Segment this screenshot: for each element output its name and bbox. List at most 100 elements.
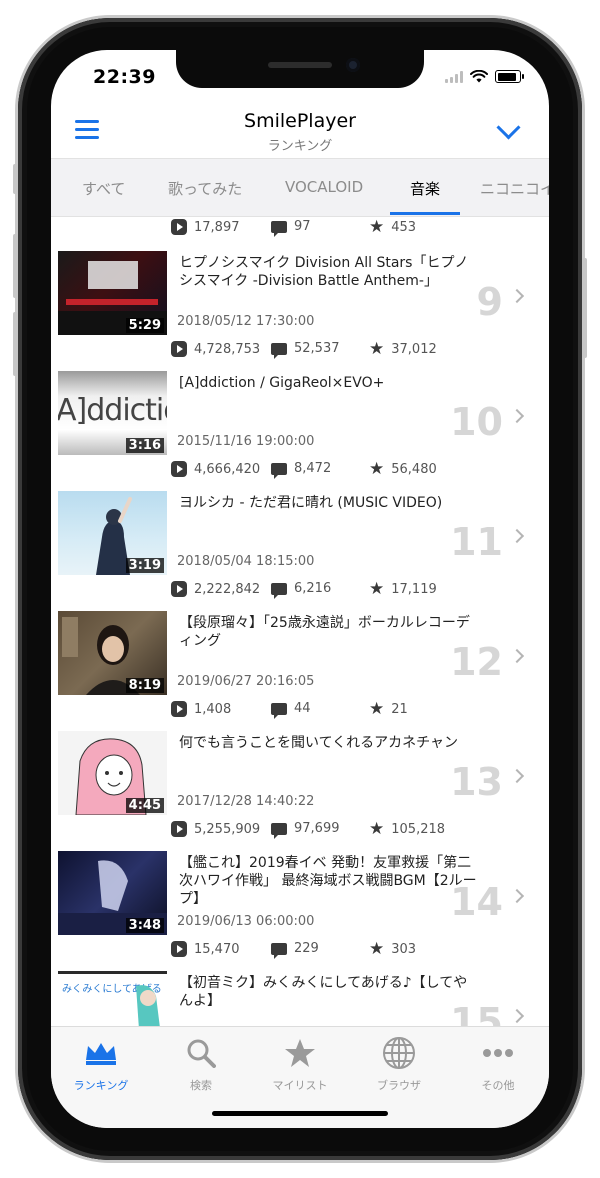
rank-number: 13 (450, 760, 503, 804)
thumbnail-text: A]ddictio (58, 393, 167, 428)
comment-icon (271, 462, 287, 479)
comment-count: 229 (294, 941, 319, 956)
video-thumbnail: 4:45 (58, 731, 167, 815)
video-title: 【初音ミク】みくみくにしてあげる♪【してやんよ】 (179, 975, 468, 1009)
video-posted-date: 2015/11/16 19:00:00 (177, 434, 315, 449)
ranking-list[interactable]: 17,897 97 ★ 453 5:29 ヒプノシスマイク Division Al… (51, 216, 549, 1026)
comment-count: 6,216 (294, 581, 332, 596)
front-camera (346, 58, 360, 72)
video-posted-date: 2019/06/13 06:00:00 (177, 914, 315, 929)
list-item[interactable]: A]ddictio 3:16 [A]ddiction / GigaReol×EV… (51, 356, 549, 479)
play-count-icon (171, 219, 187, 235)
chevron-right-icon (509, 1008, 525, 1024)
tab-vocaloid[interactable]: VOCALOID (285, 178, 363, 196)
status-time: 22:39 (93, 66, 156, 88)
tabbar-item-browser[interactable]: ブラウザ (354, 1035, 444, 1093)
video-thumbnail: A]ddictio 3:16 (58, 371, 167, 455)
star-icon (285, 1039, 315, 1067)
cellular-signal-icon (445, 70, 463, 83)
comment-icon (271, 702, 287, 719)
video-duration: 3:16 (125, 438, 164, 453)
volume-down-button (13, 312, 18, 376)
tabbar-item-more[interactable]: その他 (453, 1035, 543, 1093)
mylist-count: 37,012 (391, 342, 437, 357)
tabbar-label: ブラウザ (377, 1079, 421, 1092)
view-count: 15,470 (194, 941, 240, 957)
chevron-right-icon (509, 888, 525, 904)
list-item[interactable]: 3:48 【艦これ】2019春イベ 発動！友軍救援「第二次ハワイ作戦」 最終海域… (51, 836, 549, 959)
tab-all[interactable]: すべて (82, 178, 125, 199)
tabbar-item-search[interactable]: 検索 (156, 1035, 246, 1093)
list-item[interactable]: 4:45 何でも言うことを聞いてくれるアカネチャン 2017/12/28 14:… (51, 716, 549, 839)
status-icons (445, 70, 524, 83)
video-thumbnail: みくみくにしてあげる (58, 971, 167, 1026)
comment-count: 97,699 (294, 821, 340, 836)
tabbar-label: ランキング (73, 1079, 129, 1092)
play-count-icon (171, 341, 187, 357)
rank-number: 11 (450, 520, 503, 564)
chevron-right-icon (509, 408, 525, 424)
comment-count: 44 (294, 701, 311, 716)
mylist-count: 303 (391, 942, 417, 957)
volume-up-button (13, 234, 18, 298)
comment-count: 97 (294, 219, 311, 234)
video-title: ヨルシカ - ただ君に晴れ (MUSIC VIDEO) (179, 495, 443, 511)
battery-icon (495, 70, 524, 83)
tabbar-label: その他 (481, 1079, 515, 1092)
video-thumbnail: 3:48 (58, 851, 167, 935)
crown-icon (86, 1043, 116, 1065)
tabbar-label: 検索 (190, 1079, 212, 1092)
mylist-count: 453 (391, 220, 417, 235)
chevron-right-icon (509, 768, 525, 784)
video-posted-date: 2019/06/27 20:16:05 (177, 674, 315, 689)
tab-music[interactable]: 音楽 (410, 178, 440, 199)
chevron-right-icon (509, 288, 525, 304)
rank-number: 12 (450, 640, 503, 684)
list-item[interactable]: 3:19 ヨルシカ - ただ君に晴れ (MUSIC VIDEO) 2018/05… (51, 476, 549, 599)
list-item[interactable]: みくみくにしてあげる 【初音ミク】みくみくにしてあげる♪【してやんよ】 15 (51, 956, 549, 1026)
play-count-icon (171, 941, 187, 957)
app-screen: 22:39 SmilePlayer ランキング すべて 歌ってみた VOCALO… (51, 50, 549, 1128)
comment-icon (271, 582, 287, 599)
notch (176, 50, 424, 88)
view-count: 4,728,753 (194, 341, 261, 357)
nav-title: SmilePlayer (244, 110, 356, 132)
mute-switch (13, 164, 18, 194)
rank-number: 9 (476, 280, 503, 324)
video-thumbnail: 8:19 (58, 611, 167, 695)
video-posted-date: 2018/05/04 18:15:00 (177, 554, 315, 569)
view-count: 4,666,420 (194, 461, 261, 477)
video-thumbnail: 3:19 (58, 491, 167, 575)
play-count-icon (171, 701, 187, 717)
video-posted-date: 2017/12/28 14:40:22 (177, 794, 315, 809)
nav-subtitle: ランキング (267, 139, 333, 154)
comment-icon (271, 822, 287, 839)
navigation-bar: SmilePlayer ランキング (51, 104, 549, 158)
rank-number: 10 (450, 400, 503, 444)
chevron-right-icon (509, 528, 525, 544)
video-title: ヒプノシスマイク Division All Stars「ヒプノシスマイク -Di… (179, 255, 469, 289)
tabbar-item-mylist[interactable]: マイリスト (255, 1035, 345, 1093)
video-title: 何でも言うことを聞いてくれるアカネチャン (179, 735, 459, 751)
search-icon (187, 1039, 216, 1068)
tabbar-item-ranking[interactable]: ランキング (56, 1035, 146, 1093)
category-tabs: すべて 歌ってみた VOCALOID 音楽 ニコニコイ (51, 158, 549, 217)
mylist-count: 17,119 (391, 582, 437, 597)
play-count-icon (171, 821, 187, 837)
list-item[interactable]: 8:19 【段原瑠々】「25歳永遠説」ボーカルレコーディング 2019/06/2… (51, 596, 549, 719)
comment-count: 52,537 (294, 341, 340, 356)
tab-niconico[interactable]: ニコニコイ (480, 178, 549, 199)
video-title: [A]ddiction / GigaReol×EVO+ (179, 375, 385, 391)
view-count: 2,222,842 (194, 581, 261, 597)
list-item[interactable]: 5:29 ヒプノシスマイク Division All Stars「ヒプノシスマイ… (51, 236, 549, 359)
video-duration: 3:19 (125, 558, 164, 573)
play-count-icon (171, 461, 187, 477)
tab-utattemita[interactable]: 歌ってみた (168, 178, 242, 199)
video-duration: 5:29 (125, 318, 164, 333)
globe-icon (383, 1037, 415, 1069)
video-duration: 3:48 (125, 918, 164, 933)
mylist-count: 56,480 (391, 462, 437, 477)
mylist-star-icon: ★ (369, 217, 385, 237)
comment-count: 8,472 (294, 461, 332, 476)
home-indicator[interactable] (212, 1111, 388, 1116)
